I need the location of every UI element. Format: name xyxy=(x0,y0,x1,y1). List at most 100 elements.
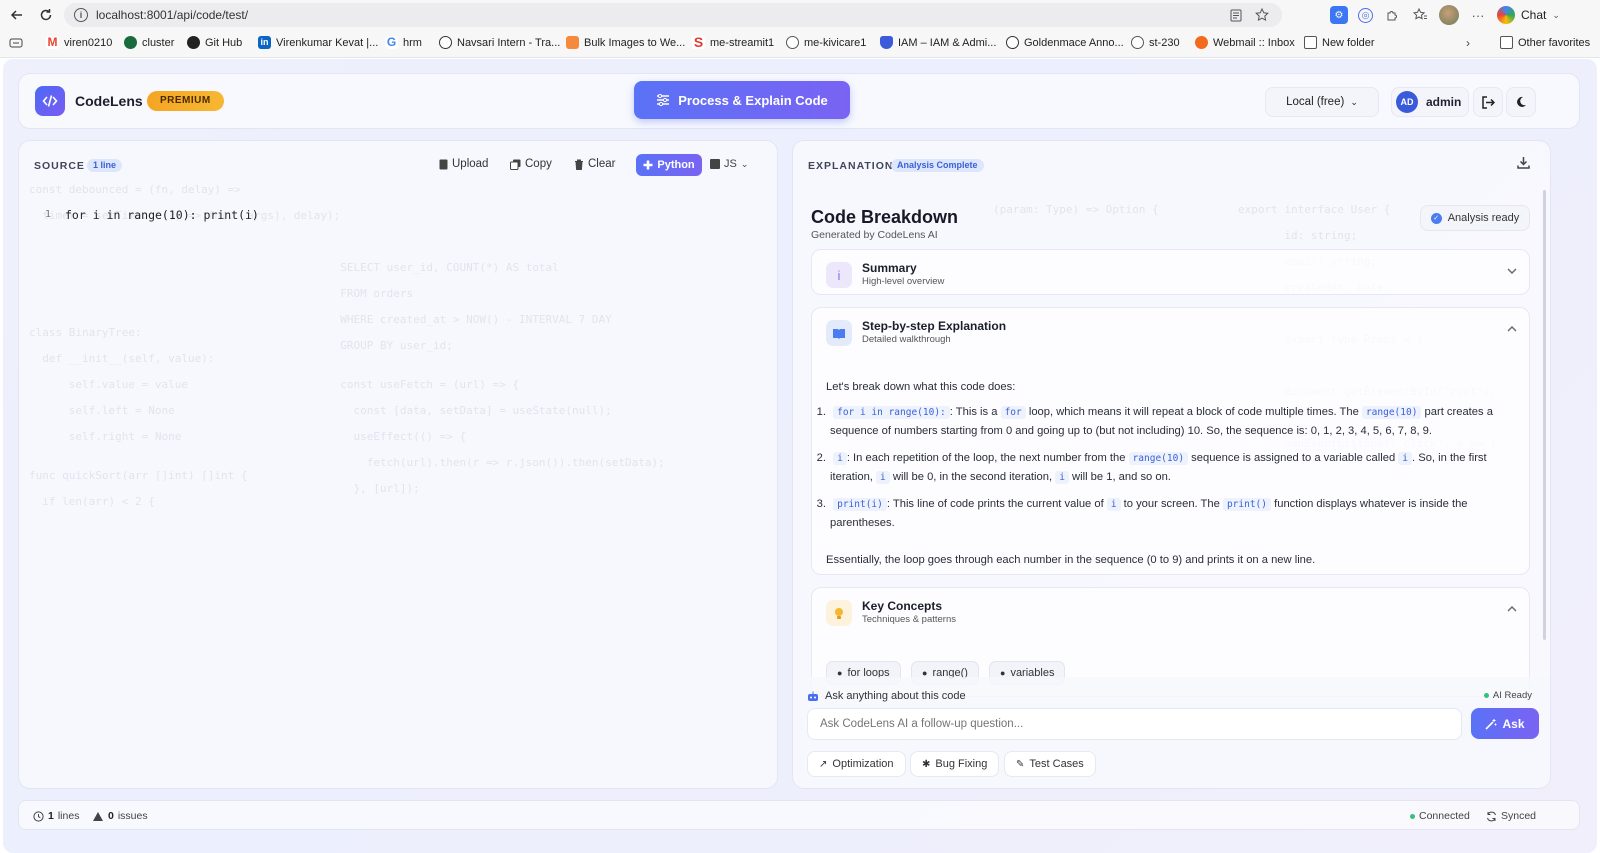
issues-status: 0 issues xyxy=(92,810,148,822)
info-icon: i xyxy=(826,262,852,288)
chevron-right-icon[interactable]: › xyxy=(1466,36,1470,50)
ask-input[interactable] xyxy=(807,708,1462,740)
language-python-button[interactable]: Python xyxy=(636,154,702,176)
extension-settings-icon[interactable]: ⚙ xyxy=(1330,6,1348,24)
step-text: : This line of code prints the current v… xyxy=(886,498,1107,510)
chevron-down-icon[interactable] xyxy=(1507,268,1517,274)
page-title: Code Breakdown xyxy=(811,207,959,227)
inline-code: range(10) xyxy=(1128,452,1189,465)
code-text: for i in range(10): print(i) xyxy=(65,208,259,222)
brand-name: CodeLens xyxy=(75,93,143,109)
suggestion-chip-bug-fixing[interactable]: ✱ Bug Fixing xyxy=(910,751,1000,777)
extensions-puzzle-icon[interactable] xyxy=(1383,6,1401,24)
bookmark-item[interactable]: Navsari Intern - Tra... xyxy=(439,36,560,49)
back-icon[interactable] xyxy=(7,5,27,25)
explanation-panel: (param: Type) => Option { export interfa… xyxy=(792,140,1551,789)
suggestion-chip-optimization[interactable]: ↗ Optimization xyxy=(807,751,906,777)
step-text: will be 1, and so on. xyxy=(1068,471,1171,483)
user-menu[interactable]: AD admin xyxy=(1391,87,1469,117)
issues-label: issues xyxy=(117,810,148,822)
bookmark-item[interactable]: Sme-streamit1 xyxy=(692,35,774,49)
site-info-icon[interactable]: i xyxy=(74,8,88,22)
model-label: Local (free) xyxy=(1286,96,1345,108)
bookmark-item[interactable]: Git Hub xyxy=(187,36,242,49)
inline-code: i xyxy=(1055,471,1069,484)
bookmark-item[interactable]: cluster xyxy=(124,36,174,49)
list-item: 2. i: In each repetition of the loop, th… xyxy=(812,449,1527,487)
bookmark-item[interactable]: me-kivicare1 xyxy=(786,36,866,49)
reader-mode-icon[interactable] xyxy=(1228,7,1244,23)
bookmark-item[interactable]: st-230 xyxy=(1131,36,1180,49)
clear-button[interactable]: Clear xyxy=(574,158,615,170)
chevron-up-icon[interactable] xyxy=(1507,606,1517,612)
bookmark-item[interactable]: Mviren0210 xyxy=(46,36,112,49)
inline-code: for i in range(10): xyxy=(833,406,950,419)
inline-code: print() xyxy=(1222,498,1271,511)
bookmark-item[interactable]: Ghrm xyxy=(385,36,422,49)
source-label: SOURCE xyxy=(34,160,85,172)
bookmark-item[interactable]: Goldenmace Anno... xyxy=(1006,36,1124,49)
copy-button[interactable]: Copy xyxy=(510,158,552,170)
extension-vpn-icon[interactable]: ◎ xyxy=(1358,7,1373,23)
tab-actions-icon[interactable] xyxy=(9,37,23,49)
chevron-down-icon: ⌄ xyxy=(1350,96,1358,107)
scrollbar[interactable] xyxy=(1543,190,1546,640)
book-icon xyxy=(826,320,852,346)
bookmark-item[interactable]: IAM – IAM & Admi... xyxy=(880,36,996,49)
download-icon[interactable] xyxy=(1517,156,1530,169)
reload-icon[interactable] xyxy=(36,5,56,25)
google-icon: G xyxy=(385,35,398,49)
chat-button[interactable]: Chat ⌄ xyxy=(1497,6,1560,24)
source-panel: const debounced = (fn, delay) => timer =… xyxy=(18,140,778,789)
sync-icon xyxy=(1486,811,1497,822)
image-icon xyxy=(566,36,579,49)
robot-icon xyxy=(807,691,819,702)
favorite-star-icon[interactable] xyxy=(1254,7,1270,23)
model-select[interactable]: Local (free) ⌄ xyxy=(1265,87,1379,117)
magic-wand-icon xyxy=(1485,718,1497,730)
profile-avatar[interactable] xyxy=(1439,5,1459,25)
cpanel-icon xyxy=(1195,36,1208,49)
gmail-icon: M xyxy=(46,35,59,49)
bookmark-item[interactable]: New folder xyxy=(1304,36,1375,49)
bookmark-label: IAM – IAM & Admi... xyxy=(898,36,997,49)
connection-status: Connected xyxy=(1410,810,1470,822)
favorites-icon[interactable] xyxy=(1411,6,1429,24)
moon-icon xyxy=(1515,96,1527,108)
bookmark-item[interactable]: Bulk Images to We... xyxy=(566,36,685,49)
process-explain-button[interactable]: Process & Explain Code xyxy=(634,81,850,119)
theme-toggle-button[interactable] xyxy=(1506,87,1536,117)
copy-icon xyxy=(510,159,521,170)
steps-intro: Let's break down what this code does: xyxy=(826,381,1016,393)
bookmark-item[interactable]: in Virenkumar Kevat |... xyxy=(258,36,378,49)
suggestion-chip-test-cases[interactable]: ✎ Test Cases xyxy=(1004,751,1096,777)
more-menu-icon[interactable]: ··· xyxy=(1469,6,1487,24)
ai-ready-status: AI Ready xyxy=(1483,690,1532,701)
address-bar[interactable]: i localhost:8001/api/code/test/ xyxy=(64,3,1282,27)
clock-icon xyxy=(1006,36,1019,49)
external-link-icon: ↗ xyxy=(819,758,828,770)
upload-label: Upload xyxy=(452,158,489,170)
clock-icon xyxy=(439,36,452,49)
bug-icon: ✱ xyxy=(922,758,931,770)
other-favorites-label: Other favorites xyxy=(1518,36,1591,49)
other-favorites[interactable]: Other favorites xyxy=(1500,36,1590,49)
code-editor[interactable]: 1 for i in range(10): print(i) xyxy=(41,208,259,222)
warning-icon xyxy=(92,811,104,822)
inline-code: range(10) xyxy=(1361,406,1422,419)
user-name: admin xyxy=(1426,95,1462,109)
language-js-select[interactable]: JS ⌄ xyxy=(710,158,748,170)
chip-label: Optimization xyxy=(832,758,894,770)
upload-button[interactable]: Upload xyxy=(439,158,488,170)
ask-button[interactable]: Ask xyxy=(1471,708,1539,739)
logout-button[interactable] xyxy=(1473,87,1503,117)
chevron-up-icon[interactable] xyxy=(1507,326,1517,332)
summary-card[interactable]: i Summary High-level overview xyxy=(811,249,1530,295)
chevron-down-icon: ⌄ xyxy=(1552,9,1560,20)
ready-label: Analysis ready xyxy=(1447,212,1520,224)
bookmark-item[interactable]: Webmail :: Inbox xyxy=(1195,36,1295,49)
lines-count: 1 xyxy=(48,810,54,822)
bookmark-label: Git Hub xyxy=(205,36,243,49)
chevron-down-icon: ⌄ xyxy=(740,158,749,169)
python-icon xyxy=(643,160,653,170)
